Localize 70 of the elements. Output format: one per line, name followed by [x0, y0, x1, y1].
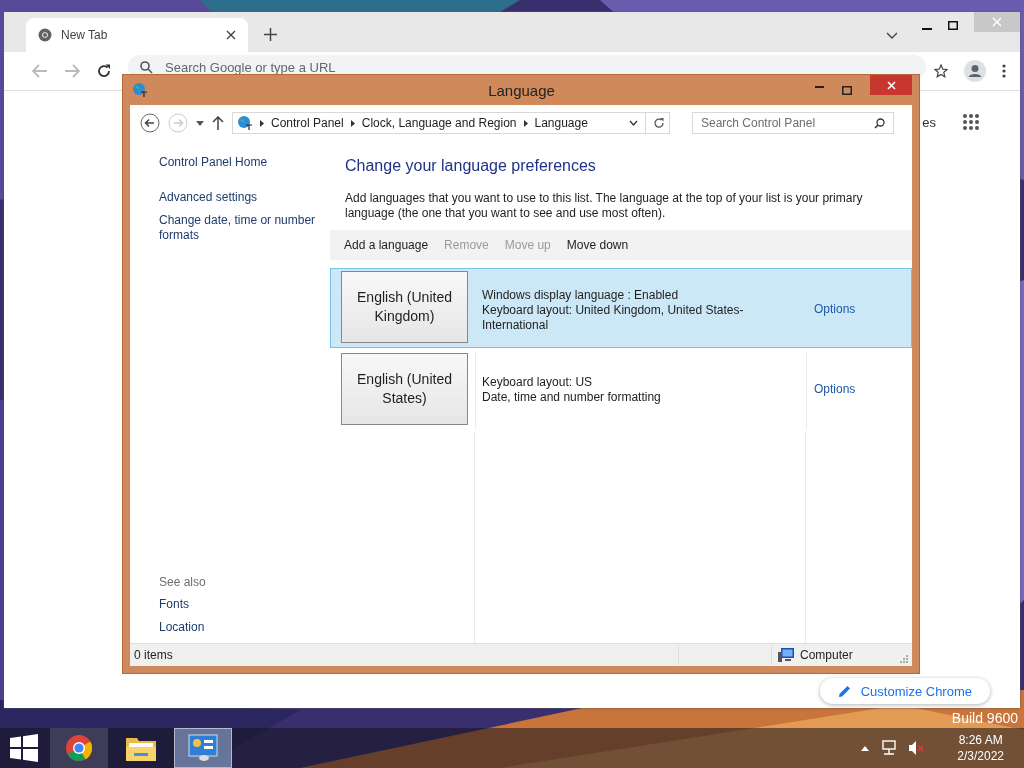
resize-grip-icon — [900, 655, 908, 663]
search-icon — [874, 117, 885, 129]
breadcrumb-item[interactable]: Clock, Language and Region — [361, 116, 517, 130]
build-text: Build 9600 — [951, 710, 1018, 726]
chevron-down-icon[interactable] — [886, 32, 898, 40]
breadcrumb-item[interactable]: Language — [534, 116, 588, 130]
options-link[interactable]: Options — [814, 302, 856, 316]
sidebar-link[interactable]: Control Panel Home — [159, 155, 330, 170]
toolbar-button[interactable]: Add a language — [336, 238, 437, 252]
item-count: 0 items — [134, 648, 174, 662]
muted-speaker-icon[interactable] — [909, 741, 926, 755]
link-text[interactable]: es — [922, 114, 936, 130]
clock-time[interactable]: 8:26 AM — [958, 732, 1003, 748]
chrome-icon — [65, 734, 93, 762]
refresh-icon[interactable] — [653, 117, 665, 129]
close-icon[interactable] — [226, 30, 236, 40]
profile-icon[interactable] — [964, 60, 986, 82]
sidebar-link[interactable]: Change date, time or number formats — [159, 213, 330, 243]
see-also-label: See also — [159, 575, 207, 589]
chevron-down-icon[interactable] — [629, 120, 638, 126]
language-row[interactable]: English (United Kingdom) Windows display language : Enabled Keyboard layout: United Kingdom, United States-International Options — [330, 268, 912, 348]
windows-logo-icon[interactable] — [10, 734, 38, 762]
language-tile: English (United Kingdom) — [341, 271, 468, 343]
language-detail: Windows display language : Enabled — [482, 288, 680, 303]
globe-icon — [132, 82, 148, 98]
description-text: Add languages that you want to use to this list. The language at the top of your list is your primary language (the one that you want to see and use most often). — [344, 190, 864, 221]
browser-tab[interactable]: New Tab — [26, 18, 248, 52]
chevron-up-icon[interactable] — [861, 745, 870, 751]
globe-icon — [237, 115, 253, 131]
control-panel-icon — [188, 734, 218, 762]
dropdown-icon[interactable] — [196, 120, 204, 126]
star-icon[interactable] — [934, 64, 948, 78]
maximize-icon[interactable] — [948, 21, 958, 30]
address-field[interactable]: Control Panel Clock, Language and Region Language — [232, 112, 670, 134]
page-heading: Change your language preferences — [344, 156, 597, 175]
menu-icon[interactable] — [1002, 64, 1006, 78]
toolbar-button[interactable]: Move down — [558, 238, 637, 252]
chevron-right-icon — [350, 119, 355, 127]
language-row[interactable]: English (United States) Keyboard layout: US Date, time and number formatting Options — [330, 350, 912, 430]
breadcrumb-item[interactable]: Control Panel — [271, 116, 344, 130]
close-icon — [886, 80, 896, 90]
pencil-icon — [837, 684, 851, 698]
close-icon — [992, 17, 1002, 27]
language-detail: Date, time and number formatting — [482, 390, 662, 405]
reload-icon[interactable] — [96, 63, 112, 79]
back-icon[interactable] — [140, 113, 160, 133]
maximize-icon[interactable] — [842, 85, 852, 95]
search-icon — [140, 60, 153, 74]
up-arrow-icon[interactable] — [212, 116, 224, 130]
chevron-right-icon — [260, 119, 264, 127]
location-text: Computer — [800, 648, 854, 662]
chrome-icon — [38, 28, 52, 42]
language-detail: Keyboard layout: United Kingdom, United States-International — [482, 303, 745, 333]
taskbar-app[interactable] — [50, 728, 108, 768]
search-field[interactable]: Search Control Panel — [692, 112, 894, 134]
sidebar-link[interactable]: Fonts — [159, 597, 330, 612]
network-icon[interactable] — [881, 740, 898, 756]
computer-icon — [778, 648, 794, 662]
language-tile: English (United States) — [341, 353, 468, 425]
new-tab-icon[interactable] — [264, 28, 277, 41]
window-title: Language — [488, 81, 555, 99]
sidebar-link[interactable]: Location — [159, 620, 330, 635]
apps-grid-icon[interactable] — [962, 113, 980, 131]
close-button[interactable] — [870, 75, 912, 95]
chevron-right-icon — [523, 119, 528, 127]
language-detail: Keyboard layout: US — [482, 375, 594, 390]
sidebar-link[interactable]: Advanced settings — [159, 190, 330, 205]
options-link[interactable]: Options — [814, 382, 856, 396]
clock-date[interactable]: 2/3/2022 — [957, 748, 1004, 764]
customize-chrome-button[interactable]: Customize Chrome — [819, 678, 990, 704]
